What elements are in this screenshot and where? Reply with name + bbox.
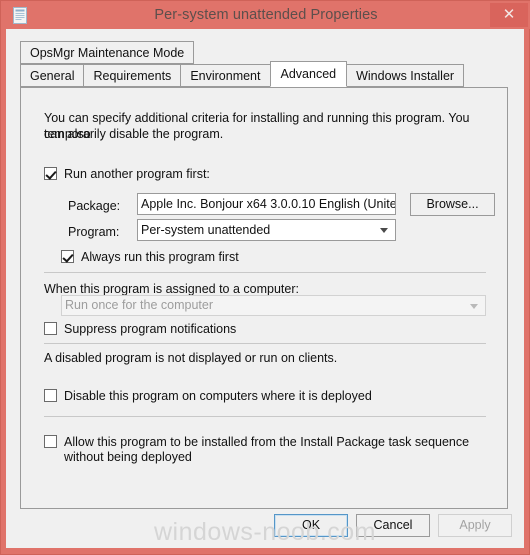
always-run-this-program-first-row[interactable]: Always run this program first <box>61 250 239 264</box>
tab-row-2: General Requirements Environment Advance… <box>20 61 465 88</box>
package-input[interactable]: Apple Inc. Bonjour x64 3.0.0.10 English … <box>137 193 396 215</box>
apply-button: Apply <box>438 514 512 537</box>
tab-strip: OpsMgr Maintenance Mode General Requirem… <box>20 41 508 89</box>
separator-1 <box>44 272 486 273</box>
window-title: Per-system unattended Properties <box>154 7 378 23</box>
separator-2 <box>44 343 486 344</box>
tab-environment[interactable]: Environment <box>180 64 271 87</box>
tab-opsmgr-maintenance-mode[interactable]: OpsMgr Maintenance Mode <box>20 41 195 64</box>
tab-requirements[interactable]: Requirements <box>83 64 182 87</box>
allow-install-from-task-sequence-label: Allow this program to be installed from … <box>64 435 470 464</box>
package-label: Package: <box>68 199 121 213</box>
assigned-to-computer-value: Run once for the computer <box>65 298 213 312</box>
run-another-program-first-checkbox[interactable] <box>44 167 57 180</box>
separator-3 <box>44 416 486 417</box>
cancel-button[interactable]: Cancel <box>356 514 430 537</box>
properties-dialog-window: Per-system unattended Properties ✕ OpsMg… <box>0 0 530 555</box>
advanced-description-line2: temporarily disable the program. <box>44 127 224 141</box>
always-run-this-program-first-checkbox[interactable] <box>61 250 74 263</box>
disable-on-computers-checkbox[interactable] <box>44 389 57 402</box>
suppress-program-notifications-row[interactable]: Suppress program notifications <box>44 322 236 336</box>
assigned-to-computer-label: When this program is assigned to a compu… <box>44 282 299 296</box>
always-run-this-program-first-label: Always run this program first <box>81 250 239 264</box>
chevron-down-icon <box>470 303 478 309</box>
ok-button[interactable]: OK <box>274 514 348 537</box>
run-another-program-first-label: Run another program first: <box>64 167 210 181</box>
browse-button[interactable]: Browse... <box>410 193 495 216</box>
dialog-client-area: OpsMgr Maintenance Mode General Requirem… <box>6 29 524 548</box>
tab-general[interactable]: General <box>20 64 85 87</box>
program-label: Program: <box>68 225 120 239</box>
program-dropdown-value: Per-system unattended <box>141 223 271 237</box>
tab-advanced[interactable]: Advanced <box>269 61 348 87</box>
suppress-program-notifications-checkbox[interactable] <box>44 322 57 335</box>
chevron-down-icon <box>380 228 388 233</box>
suppress-program-notifications-label: Suppress program notifications <box>64 322 237 336</box>
run-another-program-first-row[interactable]: Run another program first: <box>44 167 210 181</box>
disable-on-computers-row[interactable]: Disable this program on computers where … <box>44 389 372 403</box>
tab-windows-installer[interactable]: Windows Installer <box>346 64 465 87</box>
assigned-to-computer-dropdown[interactable]: Run once for the computer <box>61 295 486 316</box>
close-icon[interactable]: ✕ <box>490 3 528 27</box>
allow-install-from-task-sequence-row[interactable]: Allow this program to be installed from … <box>44 435 484 465</box>
advanced-tab-panel: You can specify additional criteria for … <box>20 87 508 509</box>
allow-install-from-task-sequence-checkbox[interactable] <box>44 435 57 448</box>
disabled-program-note: A disabled program is not displayed or r… <box>44 351 338 365</box>
tab-row-1: OpsMgr Maintenance Mode <box>20 41 195 65</box>
program-dropdown[interactable]: Per-system unattended <box>137 219 396 241</box>
disable-on-computers-label: Disable this program on computers where … <box>64 389 372 403</box>
title-bar: Per-system unattended Properties ✕ <box>1 1 530 29</box>
